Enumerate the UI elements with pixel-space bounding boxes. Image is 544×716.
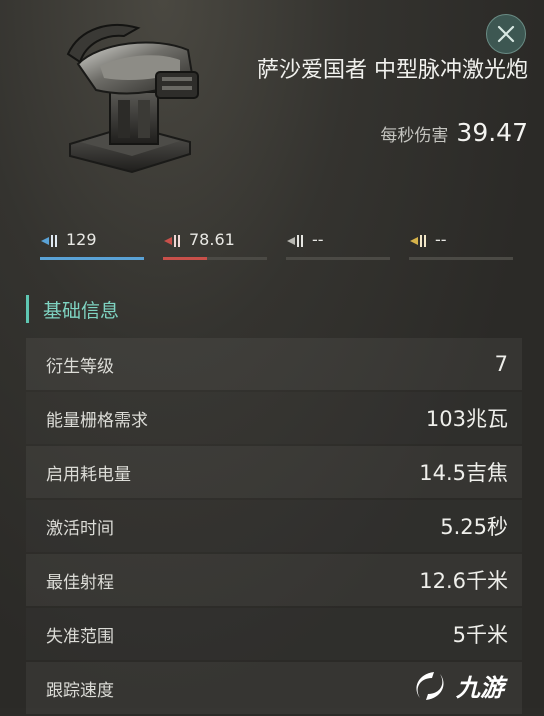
- damage-stat-em: 129: [40, 228, 144, 260]
- damage-value: 78.61: [189, 230, 235, 249]
- attribute-row: 最佳射程 12.6千米: [26, 554, 522, 606]
- attribute-value: 14.5吉焦: [419, 461, 508, 485]
- attribute-row: 失准范围 5千米: [26, 608, 522, 660]
- attribute-value: 12.6千米: [419, 569, 508, 593]
- damage-stat-thermal: 78.61: [163, 228, 267, 260]
- close-icon: [497, 25, 515, 43]
- damage-bar: [40, 257, 144, 260]
- attribute-label: 衍生等级: [46, 356, 114, 377]
- section-header-basic-info: 基础信息: [26, 292, 119, 326]
- attribute-label: 激活时间: [46, 518, 114, 539]
- attribute-label: 启用耗电量: [46, 464, 131, 485]
- damage-bar-fill: [40, 257, 144, 260]
- damage-value: --: [312, 230, 324, 249]
- explosive-damage-icon: [409, 233, 431, 249]
- attribute-label: 能量栅格需求: [46, 410, 148, 431]
- item-name: 萨沙爱国者 中型脉冲激光炮: [257, 58, 528, 83]
- attribute-row: 能量栅格需求 103兆瓦: [26, 392, 522, 444]
- attribute-value: 103兆瓦: [425, 407, 508, 431]
- attribute-label: 跟踪速度: [46, 680, 114, 701]
- attribute-value: 5.25秒: [440, 515, 508, 539]
- em-damage-icon: [40, 233, 62, 249]
- damage-value: 129: [66, 230, 97, 249]
- watermark-text: 九游: [455, 674, 508, 702]
- damage-stat-kinetic: --: [286, 228, 390, 260]
- section-accent-bar: [26, 295, 29, 323]
- attribute-label: 失准范围: [46, 626, 114, 647]
- section-title: 基础信息: [43, 299, 120, 322]
- attribute-label: 最佳射程: [46, 572, 114, 593]
- watermark-logo: 九游: [406, 666, 536, 706]
- attribute-row: 激活时间 5.25秒: [26, 500, 522, 552]
- damage-stat-explosive: --: [409, 228, 513, 260]
- attribute-list: 衍生等级 7 能量栅格需求 103兆瓦 启用耗电量 14.5吉焦 激活时间 5.…: [26, 338, 522, 716]
- damage-stats-row: 129 78.61 -- --: [40, 228, 513, 264]
- damage-bar-fill: [163, 257, 207, 260]
- damage-value: --: [435, 230, 447, 249]
- dps-value: 39.47: [456, 118, 528, 147]
- thermal-damage-icon: [163, 233, 185, 249]
- damage-bar: [163, 257, 267, 260]
- close-button[interactable]: [486, 14, 526, 54]
- kinetic-damage-icon: [286, 233, 308, 249]
- damage-bar: [286, 257, 390, 260]
- dps-label: 每秒伤害: [380, 126, 449, 146]
- attribute-row: 启用耗电量 14.5吉焦: [26, 446, 522, 498]
- damage-bar: [409, 257, 513, 260]
- attribute-row: 衍生等级 7: [26, 338, 522, 390]
- item-image: [40, 14, 215, 179]
- attribute-value: 7: [494, 352, 508, 376]
- dps-row: 每秒伤害 39.47: [380, 118, 528, 147]
- attribute-value: 5千米: [452, 623, 508, 647]
